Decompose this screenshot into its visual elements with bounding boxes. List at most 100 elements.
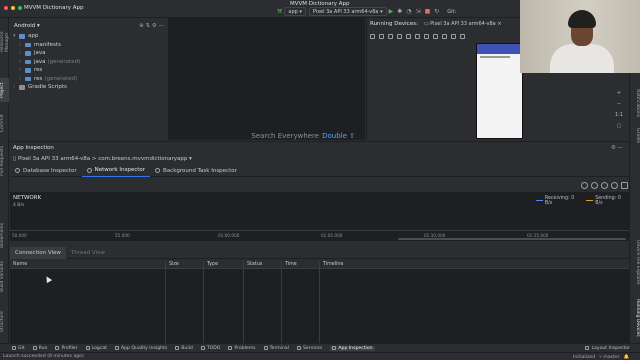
tree-item[interactable]: › manifests (13, 41, 168, 50)
run-icon[interactable]: ▶ (389, 8, 394, 15)
process-select[interactable]: ▯ Pixel 3a API 33 arm64-v8a > com.breens… (10, 154, 629, 164)
panel-settings-icon[interactable]: ⚙ — (611, 145, 623, 151)
layout-inspector-button[interactable]: Layout Inspector (585, 346, 630, 351)
timeline-scrollbar[interactable] (398, 238, 626, 240)
volume-down-icon[interactable] (388, 34, 393, 39)
rotate-right-icon[interactable] (406, 34, 411, 39)
zoom-in-icon[interactable] (591, 181, 598, 189)
stop-icon[interactable]: ■ (425, 8, 431, 15)
structure-tab[interactable]: Structure (0, 308, 9, 336)
device-file-explorer-tab[interactable]: Device File Explorer (631, 234, 640, 290)
app-bar (477, 44, 522, 54)
back-icon[interactable] (415, 34, 420, 39)
run-config-select[interactable]: app ▾ (284, 7, 306, 16)
profile-icon[interactable]: ◔ (406, 8, 411, 15)
tree-item[interactable]: › java (generated) (13, 58, 168, 67)
attach-icon[interactable]: ⇲ (416, 8, 421, 15)
zoom-fit-button[interactable]: ▢ (614, 121, 624, 132)
home-icon[interactable] (424, 34, 429, 39)
tree-item[interactable]: › java (13, 49, 168, 58)
project-view-select[interactable]: Android ▾ ⊕ ⇅ ⚙ — (10, 21, 168, 31)
running-devices-tab[interactable]: Running Devices (631, 296, 640, 340)
column-timeline[interactable]: Timeline (323, 262, 343, 267)
reset-zoom-icon[interactable] (601, 181, 608, 189)
go-live-icon[interactable] (611, 181, 618, 189)
tab-thread-view[interactable]: Thread View (66, 247, 110, 259)
tab-connection-view[interactable]: Connection View (10, 246, 66, 259)
layout-inspector-icon (585, 346, 590, 350)
column-status[interactable]: Status (247, 262, 262, 267)
tool-icon (332, 346, 337, 350)
tool-button-git[interactable]: Git (12, 346, 25, 351)
status-right: Initialized ⑂ master 🔔 (573, 354, 629, 360)
branch-widget[interactable]: ⑂ master (599, 354, 619, 360)
column-size[interactable]: Size (169, 262, 179, 267)
zoom-actual-button[interactable]: 1:1 (614, 110, 624, 121)
notifications-tab[interactable]: Notifications (631, 88, 640, 118)
hammer-icon[interactable]: ⚒ (277, 8, 282, 15)
tool-button-profiler[interactable]: Profiler (55, 346, 78, 351)
tool-button-services[interactable]: Services (297, 346, 322, 351)
device-tab[interactable]: ▭ Pixel 3a API 33 arm64-v8a × (424, 21, 502, 27)
column-name[interactable]: Name (13, 262, 27, 267)
more-icon[interactable] (460, 34, 465, 39)
resource-manager-tab[interactable]: Resource Manager (0, 22, 10, 62)
tool-button-logcat[interactable]: Logcat (85, 346, 107, 351)
pull-requests-tab[interactable]: Pull Requests (0, 143, 9, 179)
column-divider (243, 261, 244, 344)
device-select[interactable]: Pixel 3a API 33 arm64-v8a ▾ (308, 7, 387, 16)
git-label[interactable]: Git: (447, 9, 456, 15)
commit-tab[interactable]: Commit (0, 112, 9, 134)
device-screen[interactable] (476, 43, 523, 139)
tree-item-label: Gradle Scripts (28, 84, 67, 91)
tree-item[interactable]: ▾ app (13, 32, 168, 41)
overview-icon[interactable] (433, 34, 438, 39)
tab-background-task-inspector[interactable]: Background Task Inspector (150, 165, 242, 177)
zoom-out-icon[interactable] (581, 181, 588, 189)
volume-up-icon[interactable] (379, 34, 384, 39)
webcam-overlay (520, 0, 640, 73)
indexing-status[interactable]: Initialized (573, 355, 595, 360)
pause-icon[interactable] (621, 181, 628, 189)
tree-item[interactable]: › res (generated) (13, 75, 168, 84)
project-tab[interactable]: Project (0, 78, 9, 102)
tool-button-todo[interactable]: TODO (200, 346, 220, 351)
minimize-window-button[interactable] (11, 6, 15, 10)
debug-icon[interactable]: ✱ (397, 8, 402, 15)
column-time[interactable]: Time (285, 262, 297, 267)
status-message[interactable]: Launch succeeded (8 minutes ago) (3, 354, 84, 359)
presenter-shirt (550, 44, 614, 73)
tool-button-build[interactable]: Build (175, 346, 193, 351)
column-type[interactable]: Type (207, 262, 218, 267)
rotate-left-icon[interactable] (397, 34, 402, 39)
tool-button-app-quality-insights[interactable]: App Quality Insights (115, 346, 167, 351)
tree-item-label: res (34, 67, 43, 74)
power-icon[interactable] (370, 34, 375, 39)
gradle-tab[interactable]: Gradle (631, 125, 640, 145)
tree-item[interactable]: › res (13, 66, 168, 75)
tool-icon (32, 346, 37, 350)
tab-network-inspector[interactable]: Network Inspector (81, 165, 151, 177)
maximize-window-button[interactable] (18, 6, 22, 10)
tree-item[interactable]: › Gradle Scripts (13, 83, 168, 92)
tool-button-problems[interactable]: Problems (228, 346, 256, 351)
record-icon[interactable] (451, 34, 456, 39)
folder-icon (25, 51, 31, 56)
tool-button-run[interactable]: Run (32, 346, 47, 351)
notification-icon[interactable]: 🔔 (624, 355, 630, 360)
bookmarks-tab[interactable]: Bookmarks (0, 220, 9, 250)
tab-database-inspector[interactable]: Database Inspector (10, 165, 82, 177)
axis-tick: 50.000 (12, 233, 27, 238)
project-switcher[interactable]: MVVM Dictionary App (24, 5, 83, 11)
tool-button-terminal[interactable]: Terminal (263, 346, 289, 351)
zoom-out-button[interactable]: − (614, 99, 624, 110)
tool-button-app-inspection[interactable]: App Inspection (330, 345, 375, 351)
screenshot-icon[interactable] (442, 34, 447, 39)
editor-area[interactable]: Search Everywhere Double ⇧ (168, 18, 365, 140)
panel-options-icon[interactable]: ⊕ ⇅ ⚙ — (139, 23, 164, 29)
search-everywhere-hint: Search Everywhere Double ⇧ (251, 132, 355, 140)
zoom-in-button[interactable]: + (614, 88, 624, 99)
build-variants-tab[interactable]: Build Variants (0, 258, 9, 294)
sync-icon[interactable]: ↻ (434, 8, 439, 15)
close-window-button[interactable] (4, 6, 8, 10)
